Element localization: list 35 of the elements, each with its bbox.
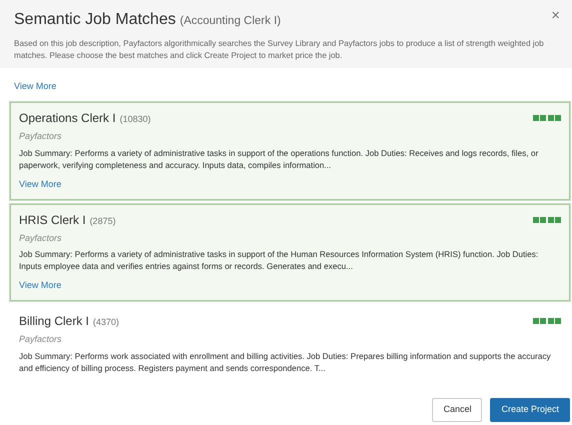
cancel-button[interactable]: Cancel [432, 398, 482, 422]
match-card[interactable] [10, 102, 570, 200]
job-source: Payfactors [19, 333, 63, 346]
job-title: Billing Clerk I [19, 313, 90, 330]
strength-square [555, 318, 561, 324]
strength-square [555, 115, 561, 121]
dialog-title: Semantic Job Matches [14, 10, 176, 30]
job-count: (2875) [90, 214, 116, 228]
job-title: HRIS Clerk I [19, 212, 86, 229]
job-title: Operations Clerk I [19, 110, 116, 127]
strength-square [532, 318, 538, 324]
view-more-link[interactable]: View More [19, 178, 62, 192]
job-summary: Job Summary: Performs work associated with enrollment and billing activities. Job Duties: Prepares billing information and supports the accuracy and efficiency of billing process. Registers payment and sends correspondence. T... [19, 350, 552, 374]
job-source: Payfactors [19, 232, 63, 245]
job-count: (4370) [93, 316, 120, 330]
create-project-button[interactable]: Create Project [490, 398, 570, 422]
strength-square [540, 216, 546, 223]
strength-square [532, 216, 538, 223]
match-card[interactable] [10, 204, 570, 302]
view-more-link[interactable]: View More [14, 81, 56, 91]
description-text: Based on this job description, Payfactors algorithmically searches the Survey Library and Payfactors jobs to produce a list of strength weighted job matches. Please choose the best matches and click Create Project to market price the job. [14, 38, 545, 62]
job-summary: Job Summary: Performs a variety of administrative tasks in support of the operations function. Job Duties: Receives and logs records, files, or paperwork, verifying completeness and accuracy. Inputs data, compiles information... [19, 146, 540, 171]
strength-square [548, 115, 554, 121]
dialog-subtitle: (Accounting Clerk I) [180, 14, 281, 29]
job-summary: Job Summary: Performs a variety of administrative tasks in support of the Human Resources Information System (HRIS) function. Job Duties: Inputs employee data and verifies entries against forms or records. Generates and execu... [19, 248, 540, 272]
job-count: (10830) [120, 113, 151, 126]
strength-square [548, 318, 554, 324]
strength-square [555, 216, 561, 223]
view-more-link[interactable]: View More [19, 279, 62, 293]
strength-square [540, 318, 546, 324]
strength-square [532, 115, 538, 121]
job-source: Payfactors [19, 130, 63, 143]
strength-square [548, 216, 554, 223]
close-button[interactable]: × [551, 8, 560, 23]
strength-square [540, 115, 546, 121]
